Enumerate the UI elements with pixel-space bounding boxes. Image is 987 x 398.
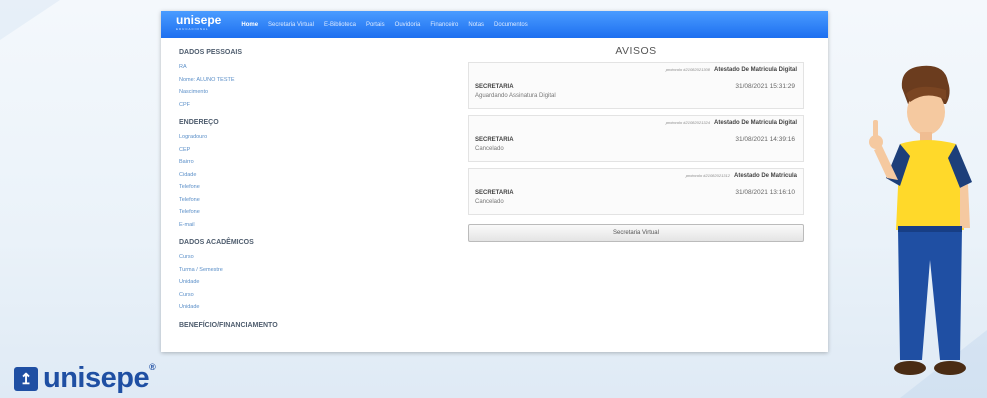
field-nascimento: Nascimento xyxy=(179,89,209,95)
logo-text: unisepe xyxy=(43,362,150,394)
field-cidade: Cidade xyxy=(179,171,197,178)
section-endereco: ENDEREÇO Logradouro CEP Bairro Cidade Te… xyxy=(179,119,449,231)
nav-financeiro[interactable]: Financeiro xyxy=(430,22,458,28)
field-ra: RA xyxy=(179,64,187,70)
aviso-status: Cancelado xyxy=(475,146,504,152)
aviso-origin: SECRETARIA xyxy=(475,137,514,143)
aviso-date: 31/08/2021 15:31:29 xyxy=(735,83,795,90)
aviso-origin: SECRETARIA xyxy=(475,84,514,90)
section-title: ENDEREÇO xyxy=(179,119,219,126)
nav-documentos[interactable]: Documentos xyxy=(494,22,528,28)
student-info-column: DADOS PESSOAIS RA Nome: ALUNO TESTE Nasc… xyxy=(179,49,449,337)
logo-mark-icon: ↥ xyxy=(14,366,38,391)
field-nome: Nome: ALUNO TESTE xyxy=(179,76,235,83)
aviso-status: Aguardando Assinatura Digital xyxy=(475,93,556,99)
aviso-protocol: protocolo #21082021324 xyxy=(665,120,710,125)
field-telefone: Telefone xyxy=(179,209,200,215)
registered-mark: ® xyxy=(149,362,156,372)
aviso-subject: Atestado De Matricula Digital xyxy=(713,120,797,126)
field-cpf: CPF xyxy=(179,101,190,108)
aviso-card[interactable]: protocolo #21082021324 Atestado De Matric… xyxy=(468,115,804,162)
section-title: DADOS PESSOAIS xyxy=(179,49,243,56)
avisos-panel: AVISOS protocolo #21082021308 Atestado De… xyxy=(468,45,804,242)
field-cep: CEP xyxy=(179,146,191,153)
aviso-subject: Atestado De Matricula xyxy=(733,173,797,179)
section-title: DADOS ACADÊMICOS xyxy=(179,239,254,246)
navbar-brand[interactable]: unisepe EDUCACIONAL xyxy=(176,14,221,34)
secretaria-virtual-button[interactable]: Secretaria Virtual xyxy=(468,224,804,242)
field-bairro: Bairro xyxy=(179,159,194,165)
browser-page: unisepe EDUCACIONAL Home Secretaria Virt… xyxy=(161,11,828,352)
aviso-card[interactable]: protocolo #21082021312 Atestado De Matric… xyxy=(468,168,804,215)
field-telefone: Telefone xyxy=(179,184,200,190)
nav-e-biblioteca[interactable]: E-Biblioteca xyxy=(324,22,356,28)
nav-ouvidoria[interactable]: Ouvidoria xyxy=(395,22,421,28)
field-email: E-mail xyxy=(179,221,195,228)
mascot-illustration xyxy=(869,65,972,375)
field-curso: Curso xyxy=(179,254,194,260)
unisepe-logo: ↥ unisepe® xyxy=(14,362,156,395)
aviso-date: 31/08/2021 13:16:10 xyxy=(735,189,795,196)
background-shape xyxy=(0,0,60,40)
nav-secretaria-virtual[interactable]: Secretaria Virtual xyxy=(268,22,314,28)
section-title: BENEFÍCIO/FINANCIAMENTO xyxy=(179,321,278,329)
aviso-card[interactable]: protocolo #21082021308 Atestado De Matric… xyxy=(468,62,804,109)
section-beneficio: BENEFÍCIO/FINANCIAMENTO xyxy=(179,322,449,329)
top-navbar: unisepe EDUCACIONAL Home Secretaria Virt… xyxy=(161,11,828,38)
nav-notas[interactable]: Notas xyxy=(468,22,484,28)
field-unidade: Unidade xyxy=(179,304,200,310)
field-curso: Curso xyxy=(179,291,194,298)
aviso-protocol: protocolo #21082021308 xyxy=(665,67,710,72)
field-telefone: Telefone xyxy=(179,196,200,203)
aviso-status: Cancelado xyxy=(475,199,504,205)
aviso-origin: SECRETARIA xyxy=(475,190,514,196)
aviso-subject: Atestado De Matricula Digital xyxy=(713,67,797,73)
field-turma-semestre: Turma / Semestre xyxy=(179,266,223,273)
nav-home[interactable]: Home xyxy=(241,22,258,28)
nav-portais[interactable]: Portais xyxy=(366,22,385,28)
section-dados-pessoais: DADOS PESSOAIS RA Nome: ALUNO TESTE Nasc… xyxy=(179,49,449,111)
field-logradouro: Logradouro xyxy=(179,134,208,140)
field-unidade: Unidade xyxy=(179,279,200,285)
aviso-protocol: protocolo #21082021312 xyxy=(685,173,730,178)
avisos-title: AVISOS xyxy=(615,45,657,57)
aviso-date: 31/08/2021 14:39:16 xyxy=(735,136,795,143)
section-dados-academicos: DADOS ACADÊMICOS Curso Turma / Semestre … xyxy=(179,239,449,314)
